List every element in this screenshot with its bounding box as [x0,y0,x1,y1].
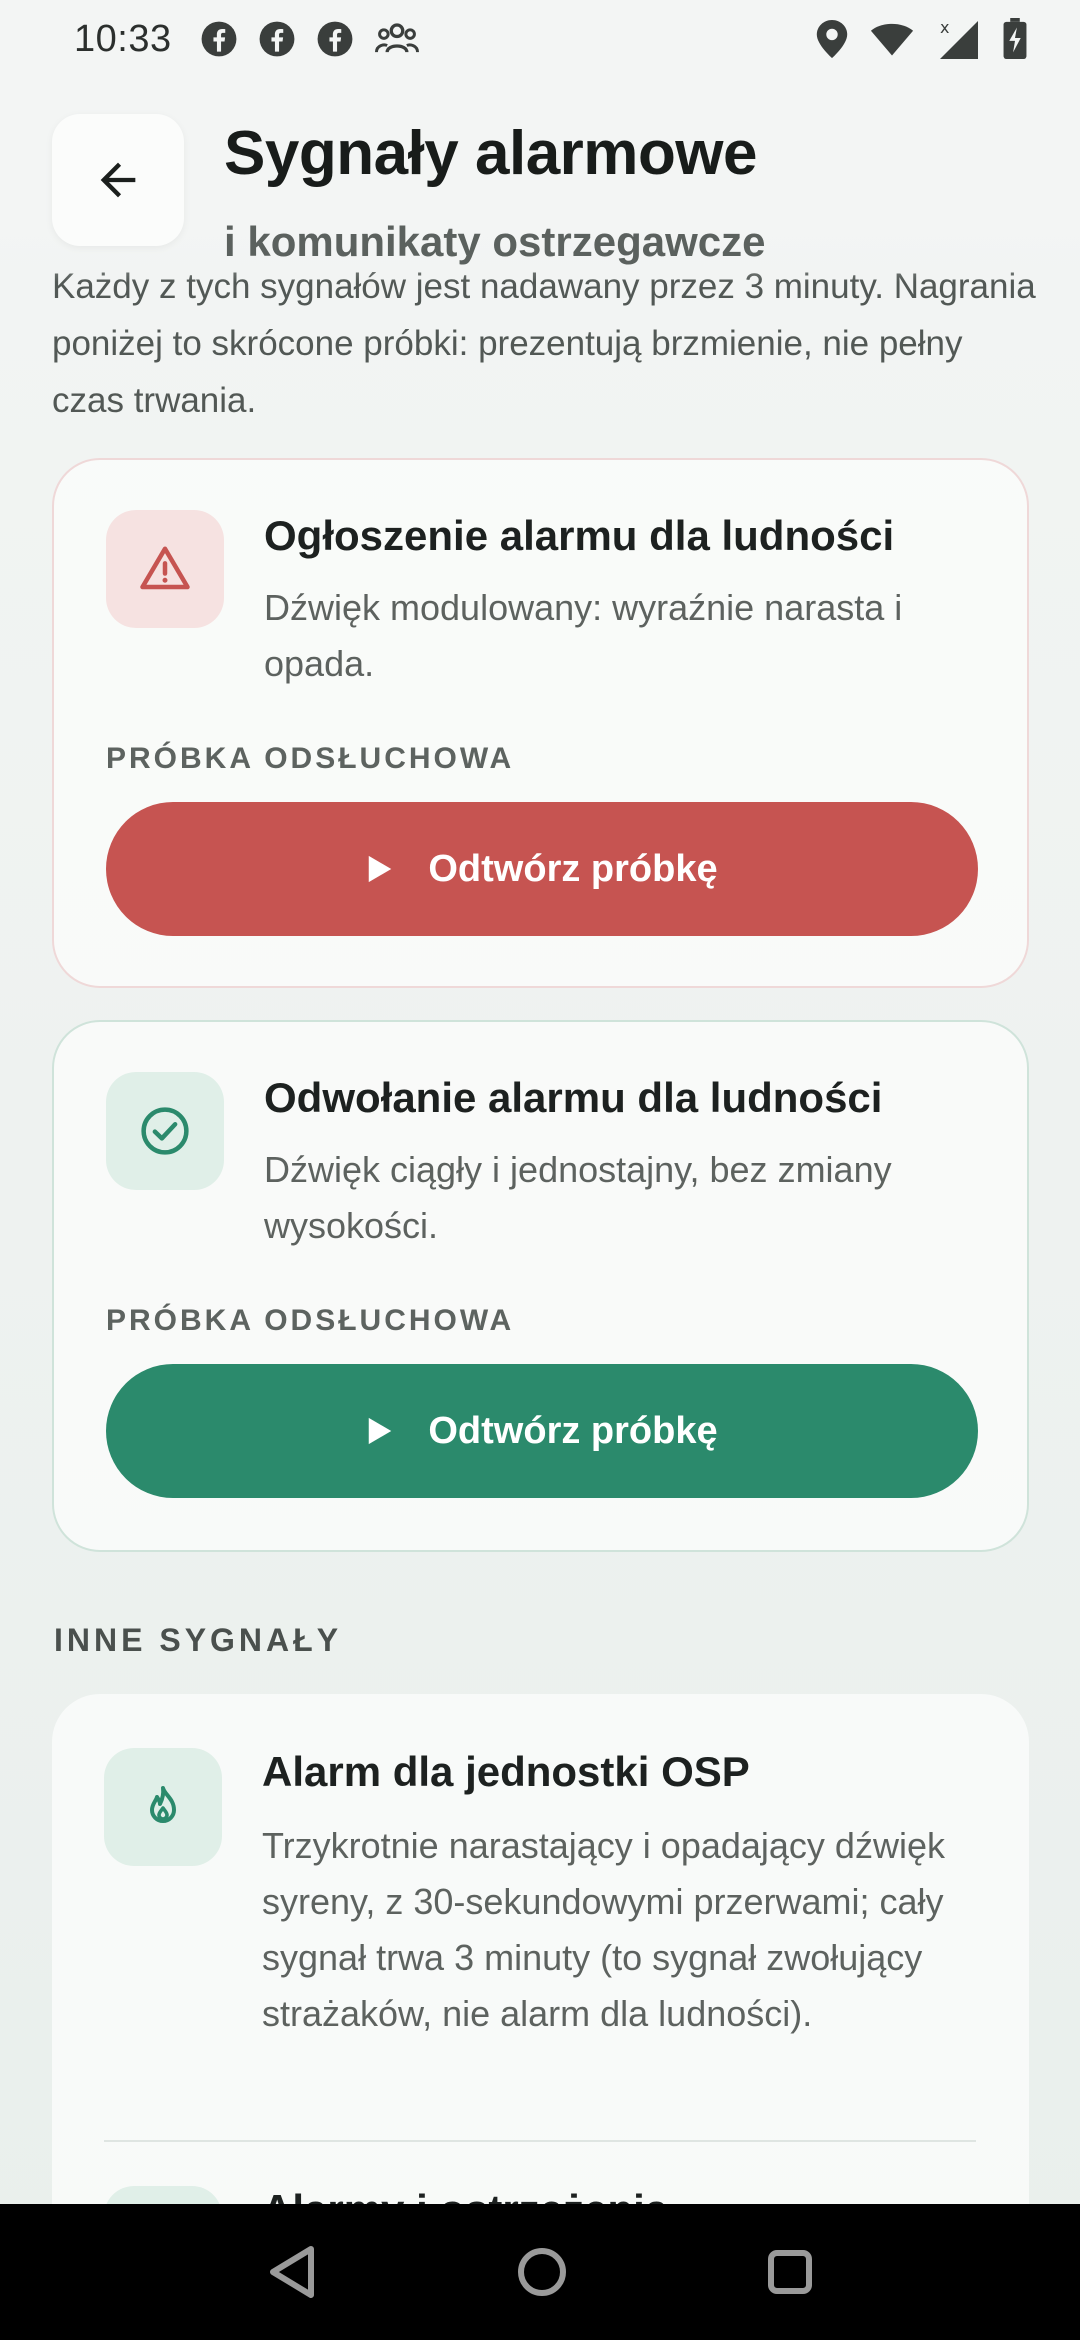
fire-icon [150,1786,176,1823]
play-button-label: Odtwórz próbkę [428,1409,718,1452]
recents-nav-icon[interactable] [767,2249,813,2295]
card-description: Dźwięk modulowany: wyraźnie narasta i op… [264,587,903,684]
divider [104,2140,976,2142]
back-button[interactable] [52,114,184,246]
play-sample-button[interactable]: Odtwórz próbkę [106,802,978,936]
facebook-icon [259,21,295,57]
play-icon [369,1417,392,1445]
sample-label: PRÓBKA ODSŁUCHOWA [106,742,515,775]
other-signals-card: Alarm dla jednostki OSP Trzykrotnie nara… [52,1694,1029,2204]
fire-icon-box [104,1748,222,1866]
people-icon [374,23,419,53]
play-icon [369,855,392,883]
status-bar: 10:33 x [0,0,1080,78]
location-icon [816,20,848,58]
play-button-label: Odtwórz próbkę [428,847,718,890]
check-circle-icon [141,1107,189,1155]
sample-label: PRÓBKA ODSŁUCHOWA [106,1304,515,1337]
facebook-icon [317,21,353,57]
page-subtitle: i komunikaty ostrzegawcze [224,218,766,265]
signal-description: Trzykrotnie narastający i opadający dźwi… [262,1825,945,2034]
navigation-bar [0,2204,1080,2340]
battery-icon [1003,18,1027,60]
status-time: 10:33 [74,17,172,60]
home-nav-icon[interactable] [517,2247,567,2297]
signal-title: Alarm dla jednostki OSP [262,1748,750,1795]
all-clear-card: Odwołanie alarmu dla ludności Dźwięk cią… [52,1020,1029,1552]
all-clear-icon-box [106,1072,224,1190]
card-title: Ogłoszenie alarmu dla ludności [264,512,895,559]
signal-icon-box [104,2186,222,2204]
facebook-icon [201,21,237,57]
scroll-content[interactable]: Każdy z tych sygnałów jest nadawany prze… [0,0,1080,2204]
intro-text: Każdy z tych sygnałów jest nadawany prze… [52,267,1036,420]
warning-icon [140,546,190,590]
back-nav-icon[interactable] [267,2245,317,2299]
card-title: Odwołanie alarmu dla ludności [264,1074,883,1121]
svg-text:x: x [940,18,949,37]
page-title: Sygnały alarmowe [224,119,758,188]
section-heading: INNE SYGNAŁY [54,1622,343,1658]
alarm-icon-box [106,510,224,628]
arrow-left-icon [100,162,136,198]
signal-title: Alarmy i ostrzeżenia [262,2186,668,2204]
signal-icon: x [940,18,978,59]
wifi-icon [870,23,914,56]
card-description: Dźwięk ciągły i jednostajny, bez zmiany … [264,1149,892,1246]
alarm-card: Ogłoszenie alarmu dla ludności Dźwięk mo… [52,458,1029,988]
play-sample-button[interactable]: Odtwórz próbkę [106,1364,978,1498]
